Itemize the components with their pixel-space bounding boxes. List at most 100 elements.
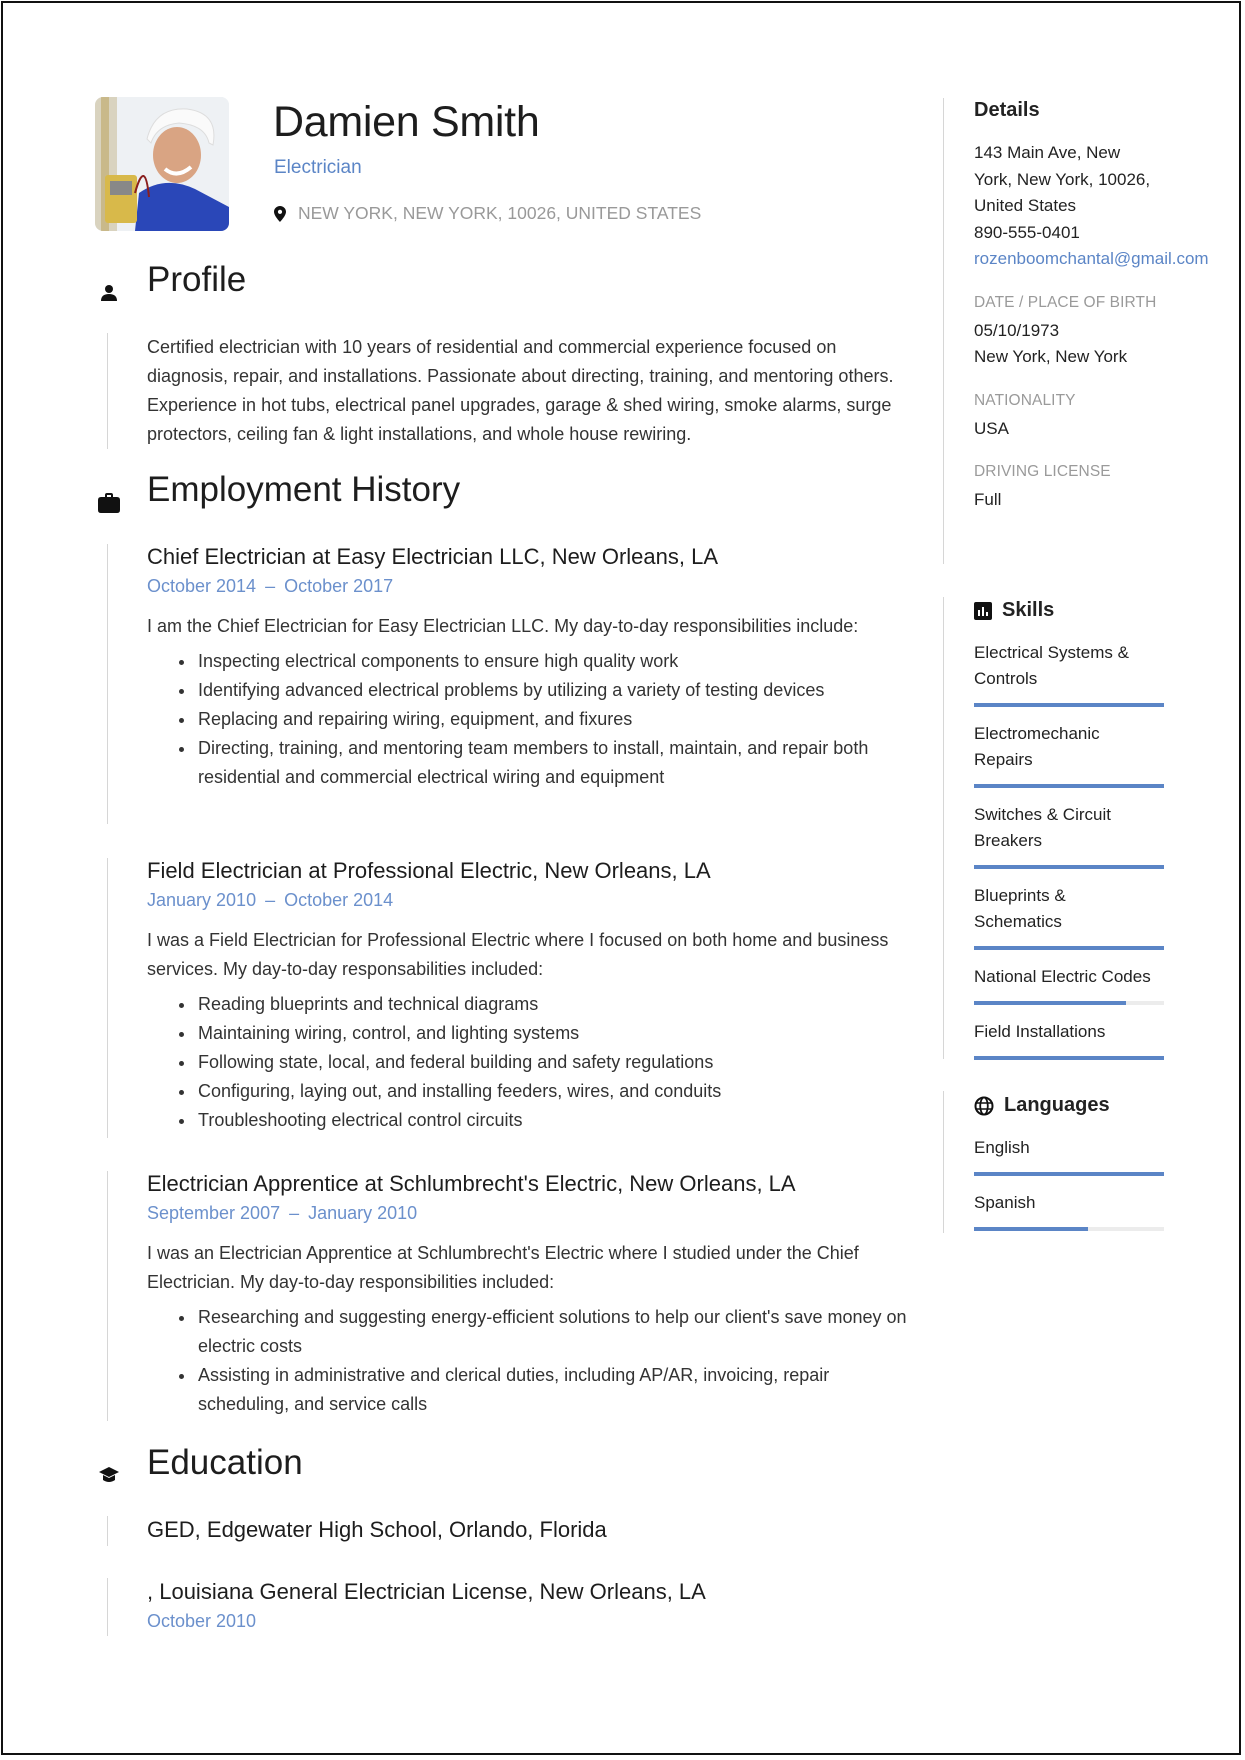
- education-title: Education: [147, 1443, 303, 1482]
- responsibility-item: Replacing and repairing wiring, equipmen…: [179, 705, 907, 734]
- job-3-divider: [107, 1171, 108, 1421]
- languages-title: Languages: [1004, 1094, 1110, 1116]
- skill-level-fill: [974, 784, 1164, 788]
- languages-section: Languages English Spanish: [974, 1094, 1214, 1231]
- address: 143 Main Ave, New York, New York, 10026,…: [974, 140, 1214, 220]
- skill-name: Electrical Systems &: [974, 643, 1129, 662]
- profile-divider: [107, 333, 108, 449]
- graduation-cap-icon: [98, 1465, 120, 1487]
- education-date: October 2010: [147, 1611, 257, 1631]
- language-level-fill: [974, 1227, 1088, 1231]
- skill-level-fill: [974, 865, 1164, 869]
- profile-block: Certified electrician with 10 years of r…: [147, 333, 902, 449]
- education-entry: GED, Edgewater High School, Orlando, Flo…: [147, 1515, 907, 1545]
- email-link[interactable]: rozenboomchantal@gmail.com: [974, 246, 1214, 273]
- job-1-divider: [107, 544, 108, 824]
- education-2-divider: [107, 1578, 108, 1636]
- responsibility-item: Reading blueprints and technical diagram…: [179, 990, 907, 1019]
- employment-title: Employment History: [147, 470, 461, 509]
- skill-level-fill: [974, 946, 1164, 950]
- job-dates: October 2014– October 2017: [147, 576, 394, 596]
- details-divider: [943, 98, 944, 564]
- languages-heading: Languages: [974, 1094, 1214, 1117]
- education-title-text: , Louisiana General Electrician License,…: [147, 1579, 706, 1604]
- job-description: I was a Field Electrician for Profession…: [147, 930, 889, 979]
- skill-level-fill: [974, 1056, 1164, 1060]
- birth-date: 05/10/1973: [974, 320, 1060, 340]
- skill-item: Electromechanic Repairs: [974, 721, 1164, 788]
- skill-name: Switches & Circuit: [974, 805, 1111, 824]
- job-title: Chief Electrician at Easy Electrician LL…: [147, 544, 719, 569]
- skill-level-bar: [974, 1001, 1164, 1005]
- skill-level-bar: [974, 865, 1164, 869]
- job-title: Field Electrician at Professional Electr…: [147, 858, 711, 883]
- job-responsibilities: Researching and suggesting energy-effici…: [147, 1303, 907, 1419]
- profile-summary: Certified electrician with 10 years of r…: [147, 337, 894, 444]
- job-end-date: October 2014: [284, 890, 394, 910]
- education-entry: , Louisiana General Electrician License,…: [147, 1577, 907, 1635]
- language-name: Spanish: [974, 1193, 1036, 1212]
- skill-item: Field Installations: [974, 1019, 1164, 1060]
- skill-item: Electrical Systems & Controls: [974, 640, 1164, 707]
- skill-item: National Electric Codes: [974, 964, 1164, 1005]
- language-level-fill: [974, 1172, 1164, 1176]
- driving-license-label: DRIVING LICENSE: [974, 463, 1111, 480]
- address-line: York, New York, 10026,: [974, 169, 1151, 189]
- language-item: English: [974, 1135, 1164, 1176]
- skill-name: National Electric Codes: [974, 967, 1151, 986]
- skill-name-cont: Schematics: [974, 912, 1062, 931]
- responsibility-item: Directing, training, and mentoring team …: [179, 734, 907, 792]
- responsibility-item: Following state, local, and federal buil…: [179, 1048, 907, 1077]
- responsibility-item: Inspecting electrical components to ensu…: [179, 647, 907, 676]
- skills-title: Skills: [1002, 599, 1055, 621]
- job-responsibilities: Reading blueprints and technical diagram…: [147, 990, 907, 1135]
- bar-chart-icon: [974, 601, 992, 620]
- job-2-divider: [107, 858, 108, 1138]
- details-heading: Details: [974, 99, 1040, 121]
- job-start-date: September 2007: [147, 1203, 281, 1223]
- job-description: I am the Chief Electrician for Easy Elec…: [147, 616, 859, 636]
- candidate-name: Damien Smith: [273, 98, 540, 146]
- job-entry: Field Electrician at Professional Electr…: [147, 856, 907, 1135]
- skill-level-bar: [974, 1056, 1164, 1060]
- job-title: Electrician Apprentice at Schlumbrecht's…: [147, 1171, 796, 1196]
- skills-divider: [943, 597, 944, 1059]
- address-line: 143 Main Ave, New: [974, 143, 1121, 162]
- job-end-date: January 2010: [308, 1203, 418, 1223]
- job-dates: January 2010– October 2014: [147, 890, 394, 910]
- skills-heading: Skills: [974, 599, 1214, 622]
- candidate-job-title: Electrician: [274, 157, 362, 178]
- skill-name-cont: Breakers: [974, 831, 1043, 850]
- employment-section-heading: Employment History: [98, 470, 460, 514]
- map-pin-icon: [274, 205, 286, 222]
- language-item: Spanish: [974, 1190, 1164, 1231]
- languages-divider: [943, 1091, 944, 1233]
- driving-license-value: Full: [974, 490, 1002, 509]
- profile-section-heading: Profile: [98, 260, 246, 304]
- job-responsibilities: Inspecting electrical components to ensu…: [147, 647, 907, 792]
- nationality-label: NATIONALITY: [974, 391, 1076, 409]
- electrician-photo-illustration: [95, 97, 229, 231]
- details-section: Details 143 Main Ave, New York, New York…: [974, 99, 1214, 514]
- responsibility-item: Maintaining wiring, control, and lightin…: [179, 1019, 907, 1048]
- globe-icon: [974, 1096, 994, 1115]
- nationality-value: USA: [974, 418, 1009, 438]
- location-text: NEW YORK, NEW YORK, 10026, UNITED STATES: [298, 203, 702, 223]
- job-end-date: October 2017: [284, 576, 394, 596]
- language-level-bar: [974, 1172, 1164, 1176]
- skill-name-cont: Controls: [974, 669, 1038, 688]
- job-dates: September 2007– January 2010: [147, 1203, 418, 1223]
- education-1-divider: [107, 1516, 108, 1546]
- skill-name: Electromechanic: [974, 724, 1100, 743]
- job-entry: Electrician Apprentice at Schlumbrecht's…: [147, 1169, 907, 1419]
- person-icon: [98, 282, 120, 304]
- responsibility-item: Identifying advanced electrical problems…: [179, 676, 907, 705]
- job-start-date: January 2010: [147, 890, 257, 910]
- phone-number: 890-555-0401: [974, 222, 1080, 242]
- responsibility-item: Configuring, laying out, and installing …: [179, 1077, 907, 1106]
- job-entry: Chief Electrician at Easy Electrician LL…: [147, 542, 907, 792]
- skill-item: Blueprints & Schematics: [974, 883, 1164, 950]
- job-description: I was an Electrician Apprentice at Schlu…: [147, 1243, 859, 1292]
- birth-label: DATE / PLACE OF BIRTH: [974, 293, 1157, 311]
- education-section-heading: Education: [98, 1443, 303, 1487]
